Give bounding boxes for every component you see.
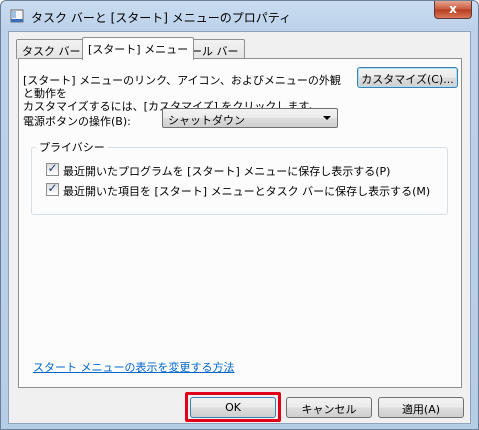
apply-button[interactable]: 適用(A)	[378, 397, 464, 418]
tab-start-menu[interactable]: [スタート] メニュー	[82, 37, 195, 60]
tab-taskbar[interactable]: タスク バー	[16, 39, 87, 59]
taskbar-properties-icon	[10, 9, 24, 23]
title-bar[interactable]: タスク バーと [スタート] メニューのプロパティ x	[1, 1, 478, 31]
power-button-value: シャットダウン	[168, 114, 245, 127]
power-button-select[interactable]: シャットダウン	[162, 108, 338, 128]
dialog-body: タスク バー [スタート] メニュー ツール バー [スタート] メニューのリン…	[8, 31, 471, 424]
checkmark-icon: ✓	[47, 181, 58, 195]
checkmark-icon: ✓	[47, 161, 58, 175]
apply-button-label: 適用(A)	[401, 403, 441, 416]
recent-programs-label[interactable]: 最近開いたプログラムを [スタート] メニューに保存し表示する(P)	[63, 163, 390, 179]
cancel-button[interactable]: キャンセル	[286, 397, 372, 418]
recent-programs-checkbox[interactable]: ✓	[46, 161, 59, 176]
close-icon: x	[449, 2, 457, 16]
recent-items-label[interactable]: 最近開いた項目を [スタート] メニューとタスク バーに保存し表示する(M)	[63, 183, 430, 199]
privacy-groupbox	[31, 147, 448, 215]
cancel-button-label: キャンセル	[301, 403, 357, 416]
close-button[interactable]: x	[434, 1, 472, 19]
customize-button[interactable]: カスタマイズ(C)...	[357, 67, 458, 88]
ok-button-label: OK	[225, 401, 241, 414]
chevron-down-icon	[323, 116, 331, 120]
privacy-title: プライバシー	[36, 139, 108, 155]
power-button-label: 電源ボタンの操作(B):	[23, 115, 131, 128]
window-title: タスク バーと [スタート] メニューのプロパティ	[31, 11, 292, 25]
ok-button[interactable]: OK	[190, 397, 276, 418]
help-link[interactable]: スタート メニューの表示を変更する方法	[33, 359, 235, 375]
properties-window: タスク バーと [スタート] メニューのプロパティ x タスク バー [スタート…	[0, 0, 479, 430]
recent-items-checkbox[interactable]: ✓	[46, 181, 59, 196]
customize-button-label: カスタマイズ(C)...	[361, 73, 454, 86]
description-line-1: [スタート] メニューのリンク、アイコン、およびメニューの外観と動作を	[23, 74, 341, 100]
